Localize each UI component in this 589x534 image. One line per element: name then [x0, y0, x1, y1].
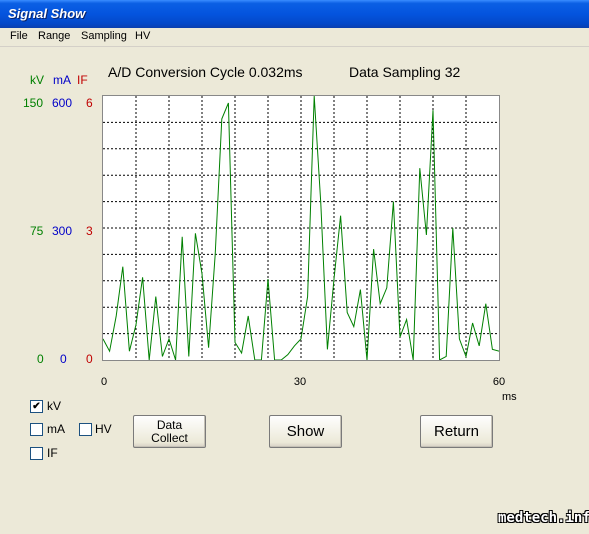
if-tick-max: 6 [86, 96, 93, 110]
ma-checkbox-box[interactable] [30, 423, 43, 436]
menu-bar: File Range Sampling HV [0, 28, 589, 47]
x-tick-label: 30 [293, 376, 307, 388]
ma-axis-label: mA [53, 73, 71, 87]
signal-chart-svg [102, 95, 500, 361]
ma-checkbox-label: mA [47, 422, 65, 436]
menu-range[interactable]: Range [38, 30, 70, 42]
hv-checkbox-label: HV [95, 422, 112, 436]
hv-checkbox-box[interactable] [79, 423, 92, 436]
x-unit-label: ms [502, 391, 517, 403]
data-collect-label-line2: Collect [151, 430, 188, 445]
ma-tick-mid: 300 [52, 224, 73, 238]
if-checkbox-label: IF [47, 446, 58, 460]
kv-axis-label: kV [30, 73, 45, 87]
ma-tick-min: 0 [60, 352, 67, 366]
watermark: medtech.info [498, 510, 589, 526]
show-button[interactable]: Show [269, 415, 342, 448]
if-tick-mid: 3 [86, 224, 93, 238]
if-checkbox-box[interactable] [30, 447, 43, 460]
menu-hv[interactable]: HV [135, 30, 150, 42]
if-axis-label: IF [77, 73, 88, 87]
ma-tick-max: 600 [52, 96, 73, 110]
signal-chart [102, 95, 500, 361]
x-tick-label: 60 [492, 376, 506, 388]
kv-tick-max: 150 [23, 96, 44, 110]
kv-checkbox-box[interactable]: ✔ [30, 400, 43, 413]
kv-tick-mid: 75 [30, 224, 44, 238]
return-button[interactable]: Return [420, 415, 493, 448]
data-collect-button[interactable]: Data Collect [133, 415, 206, 448]
if-tick-min: 0 [86, 352, 93, 366]
title-bar[interactable]: Signal Show [0, 0, 589, 28]
menu-file[interactable]: File [10, 30, 28, 42]
window-title: Signal Show [8, 6, 86, 21]
data-collect-label-line1: Data [156, 417, 183, 432]
menu-sampling[interactable]: Sampling [81, 30, 127, 42]
conversion-cycle-label: A/D Conversion Cycle 0.032ms [108, 64, 303, 80]
data-sampling-label: Data Sampling 32 [349, 64, 461, 80]
kv-checkbox-label: kV [47, 399, 62, 413]
signal-show-window: Signal Show File Range Sampling HV A/D C… [0, 0, 589, 534]
x-tick-label: 0 [100, 376, 108, 388]
kv-tick-min: 0 [37, 352, 44, 366]
